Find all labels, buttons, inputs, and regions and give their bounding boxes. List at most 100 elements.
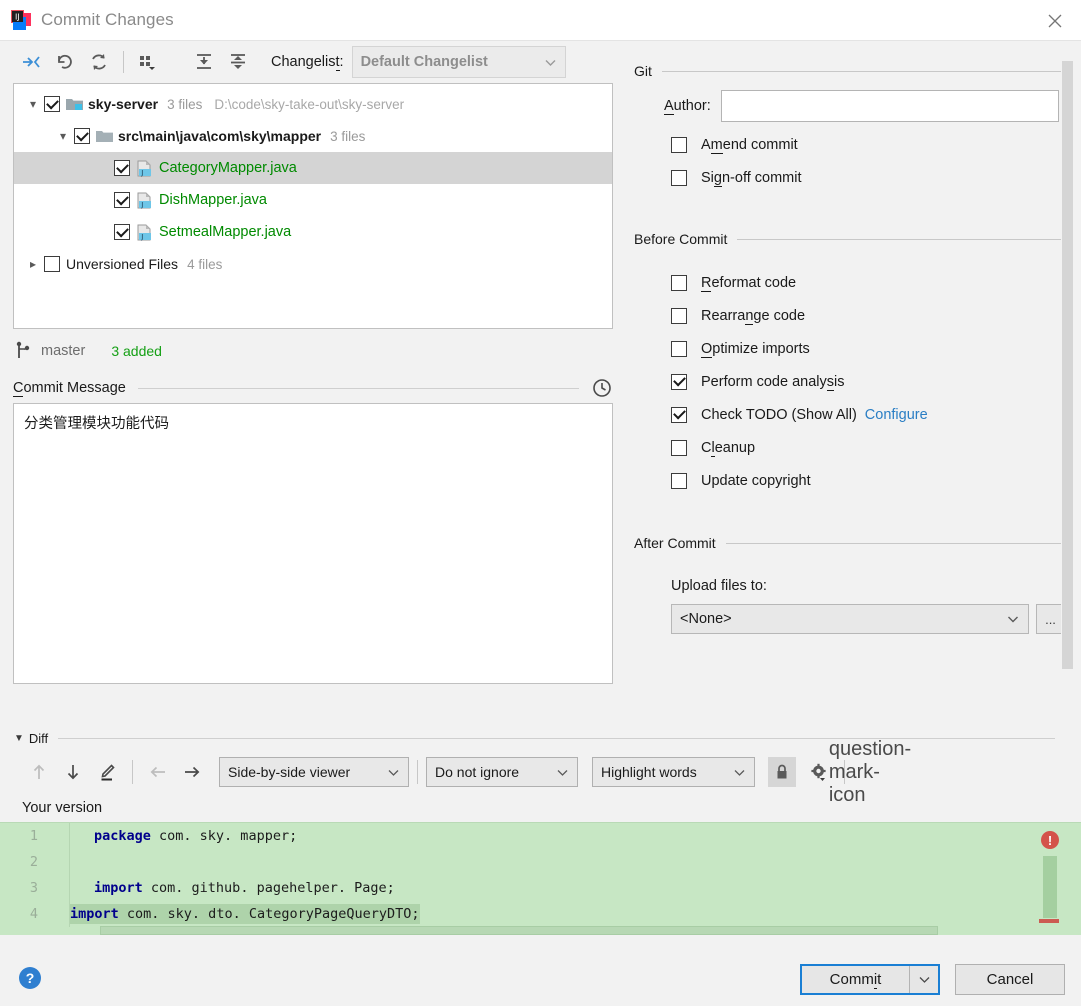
checkbox-box[interactable] xyxy=(671,374,687,390)
accept-left-icon[interactable] xyxy=(141,757,175,787)
svg-text:J: J xyxy=(140,201,143,209)
divider xyxy=(138,388,579,389)
revert-icon[interactable] xyxy=(48,47,82,77)
update-copyright-checkbox[interactable]: Update copyright xyxy=(634,464,1081,497)
commit-options-pane: Git Author: Amend commit Sign-off commit… xyxy=(626,58,1081,720)
author-label: Author: xyxy=(664,98,711,114)
changelist-dropdown[interactable]: Default Changelist xyxy=(352,46,566,78)
line-number: 3 xyxy=(0,880,48,896)
chevron-down-icon[interactable]: ▾ xyxy=(22,97,44,111)
after-commit-title: After Commit xyxy=(634,535,716,551)
close-icon[interactable] xyxy=(1029,0,1081,41)
intellij-idea-logo-icon: IJ xyxy=(10,9,32,31)
window-title: Commit Changes xyxy=(41,10,174,30)
collapse-all-icon[interactable] xyxy=(221,47,255,77)
commit-dropdown-button[interactable] xyxy=(910,966,938,993)
highlight-mode-dropdown[interactable]: Highlight words xyxy=(592,757,755,787)
checkbox-box[interactable] xyxy=(671,407,687,423)
scrollbar-thumb[interactable] xyxy=(1062,61,1073,669)
code-token: com. sky. mapper; xyxy=(151,828,297,844)
checkbox-box[interactable] xyxy=(671,341,687,357)
amend-commit-checkbox[interactable]: Amend commit xyxy=(634,128,1081,161)
next-difference-icon[interactable] xyxy=(56,757,90,787)
ignore-mode-value: Do not ignore xyxy=(435,764,548,780)
help-button[interactable]: ? xyxy=(19,967,41,989)
tree-checkbox[interactable] xyxy=(44,256,60,272)
viewer-mode-dropdown[interactable]: Side-by-side viewer xyxy=(219,757,409,787)
tree-row-folder[interactable]: ▾ src\main\java\com\sky\mapper 3 files xyxy=(14,120,612,152)
diff-horizontal-scrollbar[interactable] xyxy=(100,926,938,935)
tree-row-file[interactable]: J CategoryMapper.java xyxy=(14,152,612,184)
commit-message-input[interactable]: 分类管理模块功能代码 xyxy=(13,403,613,684)
tree-row-file[interactable]: J DishMapper.java xyxy=(14,184,612,216)
previous-difference-icon[interactable] xyxy=(22,757,56,787)
cancel-button[interactable]: Cancel xyxy=(955,964,1065,995)
checkbox-box[interactable] xyxy=(671,308,687,324)
help-glyph: question-mark-icon xyxy=(829,738,911,807)
line-number: 4 xyxy=(0,906,48,922)
ignore-mode-dropdown[interactable]: Do not ignore xyxy=(426,757,578,787)
tree-checkbox[interactable] xyxy=(74,128,90,144)
checkbox-box[interactable] xyxy=(671,137,687,153)
history-clock-icon[interactable] xyxy=(591,377,613,399)
code-text: import com. sky. dto. CategoryPageQueryD… xyxy=(70,904,420,924)
cleanup-checkbox[interactable]: Cleanup xyxy=(634,431,1081,464)
question-mark-icon[interactable]: question-mark-icon xyxy=(853,757,887,787)
checkbox-box[interactable] xyxy=(671,170,687,186)
tree-node-name: Unversioned Files xyxy=(66,256,178,272)
diff-error-marker[interactable] xyxy=(1039,919,1059,923)
code-line: 1 package com. sky. mapper; xyxy=(0,823,1081,849)
code-text: import com. github. pagehelper. Page; xyxy=(70,880,395,896)
commit-button-group[interactable]: Commit xyxy=(800,964,940,995)
diff-section: ▼ Diff Side-by-side viewer Do xyxy=(0,726,1081,935)
tree-checkbox[interactable] xyxy=(44,96,60,112)
error-badge-icon[interactable]: ! xyxy=(1041,831,1059,849)
chevron-right-icon[interactable]: ▸ xyxy=(22,257,44,271)
diff-code-pane[interactable]: 1 package com. sky. mapper; 2 3 import c… xyxy=(0,822,1081,935)
chevron-down-icon xyxy=(918,973,931,986)
update-copyright-label: Update copyright xyxy=(701,473,811,489)
changed-files-tree[interactable]: ▾ sky-server 3 files D:\code\sky-take-ou… xyxy=(13,83,613,329)
sign-off-commit-checkbox[interactable]: Sign-off commit xyxy=(634,161,1081,194)
perform-code-analysis-checkbox[interactable]: Perform code analysis xyxy=(634,365,1081,398)
collapse-to-selection-icon[interactable] xyxy=(14,47,48,77)
accept-right-icon[interactable] xyxy=(175,757,209,787)
checkbox-box[interactable] xyxy=(671,473,687,489)
chevron-down-icon[interactable]: ▾ xyxy=(52,129,74,143)
tree-row-module[interactable]: ▾ sky-server 3 files D:\code\sky-take-ou… xyxy=(14,88,612,120)
diff-vertical-scrollbar[interactable] xyxy=(1043,856,1057,918)
tree-checkbox[interactable] xyxy=(114,192,130,208)
diff-section-header[interactable]: ▼ Diff xyxy=(0,726,1081,750)
rearrange-code-checkbox[interactable]: Rearrange code xyxy=(634,299,1081,332)
configure-link[interactable]: Configure xyxy=(865,407,928,423)
chevron-down-icon xyxy=(387,766,400,779)
author-field[interactable] xyxy=(721,90,1059,122)
branch-status: master 3 added xyxy=(15,335,626,367)
amend-commit-label: Amend commit xyxy=(701,137,798,153)
options-scrollbar[interactable] xyxy=(1061,61,1073,716)
check-todo-label: Check TODO (Show All) xyxy=(701,407,857,423)
checkbox-box[interactable] xyxy=(671,275,687,291)
divider xyxy=(737,239,1063,240)
reformat-code-checkbox[interactable]: Reformat code xyxy=(634,266,1081,299)
edit-source-icon[interactable] xyxy=(90,757,124,787)
divider xyxy=(662,71,1063,72)
tree-checkbox[interactable] xyxy=(114,224,130,240)
git-branch-icon xyxy=(15,341,33,361)
read-only-lock-icon[interactable] xyxy=(768,757,796,787)
group-by-icon[interactable] xyxy=(131,47,165,77)
branch-stats: 3 added xyxy=(111,343,162,359)
upload-target-dropdown[interactable]: <None> xyxy=(671,604,1029,634)
chevron-down-icon[interactable]: ▼ xyxy=(14,733,24,744)
branch-name: master xyxy=(41,343,85,359)
tree-row-unversioned[interactable]: ▸ Unversioned Files 4 files xyxy=(14,248,612,280)
refresh-icon[interactable] xyxy=(82,47,116,77)
tree-row-file[interactable]: J SetmealMapper.java xyxy=(14,216,612,248)
commit-button[interactable]: Commit xyxy=(802,966,909,993)
cleanup-label: Cleanup xyxy=(701,440,755,456)
expand-all-icon[interactable] xyxy=(187,47,221,77)
checkbox-box[interactable] xyxy=(671,440,687,456)
optimize-imports-checkbox[interactable]: Optimize imports xyxy=(634,332,1081,365)
check-todo-checkbox[interactable]: Check TODO (Show All) Configure xyxy=(634,398,1081,431)
tree-checkbox[interactable] xyxy=(114,160,130,176)
